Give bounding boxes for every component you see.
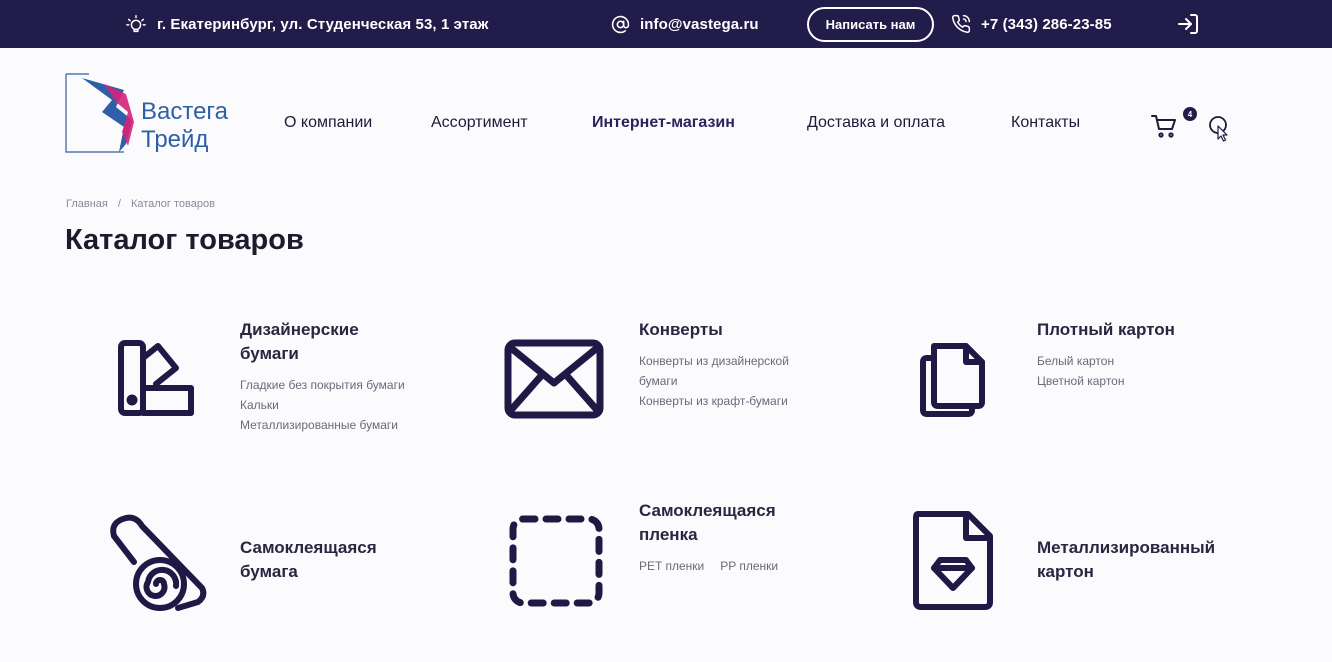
subcategory-list: Конверты из дизайнерской бумаги Конверты… bbox=[639, 351, 789, 411]
category-title-line-2: пленка bbox=[639, 525, 698, 544]
phone-link[interactable]: +7 (343) 286-23-85 bbox=[981, 16, 1112, 33]
category-title-envelopes[interactable]: Конверты bbox=[639, 318, 839, 342]
lightbulb-icon bbox=[126, 15, 146, 33]
cart-icon[interactable] bbox=[1150, 113, 1178, 139]
subcategory-link[interactable]: Металлизированные бумаги bbox=[240, 415, 405, 435]
category-title-thick-cardboard[interactable]: Плотный картон bbox=[1037, 318, 1237, 342]
roll-icon[interactable] bbox=[106, 514, 210, 612]
subcategory-link[interactable]: PP пленки bbox=[720, 559, 778, 573]
file-diamond-icon[interactable] bbox=[910, 510, 996, 612]
category-title-line-1: Дизайнерские bbox=[240, 320, 359, 339]
subcategory-link[interactable]: Конверты из дизайнерской bbox=[639, 351, 789, 371]
category-title-self-adhesive-paper[interactable]: Самоклеящаяся бумага bbox=[240, 536, 440, 584]
subcategory-link[interactable]: PET пленки bbox=[639, 559, 704, 573]
copy-icon[interactable] bbox=[918, 340, 988, 418]
breadcrumb-current: Каталог товаров bbox=[130, 198, 215, 210]
category-title-self-adhesive-film[interactable]: Самоклеящаяся пленка bbox=[639, 499, 839, 547]
category-title-line-2: картон bbox=[1037, 562, 1094, 581]
logo-text[interactable]: Вастега Трейд bbox=[141, 98, 228, 154]
swatch-icon[interactable] bbox=[116, 338, 198, 418]
nav-assortment[interactable]: Ассортимент bbox=[431, 114, 528, 132]
top-bar: г. Екатеринбург, ул. Студенческая 53, 1 … bbox=[0, 0, 1332, 48]
write-us-button[interactable]: Написать нам bbox=[807, 7, 934, 42]
subcategory-list: Гладкие без покрытия бумаги Кальки Метал… bbox=[240, 375, 405, 435]
nav-shop[interactable]: Интернет-магазин bbox=[592, 114, 735, 132]
address-text: г. Екатеринбург, ул. Студенческая 53, 1 … bbox=[157, 15, 489, 33]
logo-line-2: Трейд bbox=[141, 126, 209, 153]
nav-about[interactable]: О компании bbox=[284, 114, 372, 132]
category-title-metallized-cardboard[interactable]: Металлизированный картон bbox=[1037, 536, 1237, 584]
category-title-line-1: Плотный картон bbox=[1037, 320, 1175, 339]
at-sign-icon bbox=[611, 15, 630, 33]
category-title-line-2: бумаги bbox=[240, 344, 299, 363]
envelope-icon[interactable] bbox=[503, 338, 605, 420]
category-title-designer-paper[interactable]: Дизайнерские бумаги bbox=[240, 318, 440, 366]
cart-count-badge: 4 bbox=[1183, 107, 1197, 121]
subcategory-link[interactable]: Гладкие без покрытия бумаги bbox=[240, 375, 405, 395]
breadcrumb-separator: / bbox=[117, 198, 121, 210]
page-title: Каталог товаров bbox=[65, 224, 304, 256]
subcategory-link[interactable]: Белый картон bbox=[1037, 351, 1125, 371]
subcategory-link[interactable]: бумаги bbox=[639, 371, 789, 391]
category-title-line-1: Металлизированный bbox=[1037, 538, 1216, 557]
breadcrumb: Главная / Каталог товаров bbox=[66, 198, 215, 210]
breadcrumb-home[interactable]: Главная bbox=[66, 198, 108, 210]
login-icon[interactable] bbox=[1176, 12, 1200, 36]
nav-contacts[interactable]: Контакты bbox=[1011, 114, 1080, 132]
category-title-line-1: Самоклеящаяся bbox=[639, 501, 776, 520]
address-item: г. Екатеринбург, ул. Студенческая 53, 1 … bbox=[125, 0, 488, 48]
subcategory-link[interactable]: Конверты из крафт-бумаги bbox=[639, 391, 789, 411]
phone-item[interactable]: +7 (343) 286-23-85 bbox=[951, 0, 1112, 48]
dashed-square-icon[interactable] bbox=[508, 514, 604, 608]
phone-icon bbox=[952, 14, 971, 33]
category-title-line-1: Конверты bbox=[639, 320, 723, 339]
subcategory-link[interactable]: Цветной картон bbox=[1037, 371, 1125, 391]
email-item[interactable]: info@vastega.ru bbox=[611, 0, 759, 48]
category-title-line-2: бумага bbox=[240, 562, 298, 581]
subcategory-list: Белый картон Цветной картон bbox=[1037, 351, 1125, 391]
subcategory-list: PET пленки PP пленки bbox=[639, 559, 778, 573]
logo-line-1: Вастега bbox=[141, 98, 228, 125]
subcategory-link[interactable]: Кальки bbox=[240, 395, 405, 415]
category-title-line-1: Самоклеящаяся bbox=[240, 538, 377, 557]
email-link[interactable]: info@vastega.ru bbox=[640, 16, 759, 33]
search-icon[interactable] bbox=[1208, 115, 1234, 143]
nav-delivery[interactable]: Доставка и оплата bbox=[807, 114, 945, 132]
